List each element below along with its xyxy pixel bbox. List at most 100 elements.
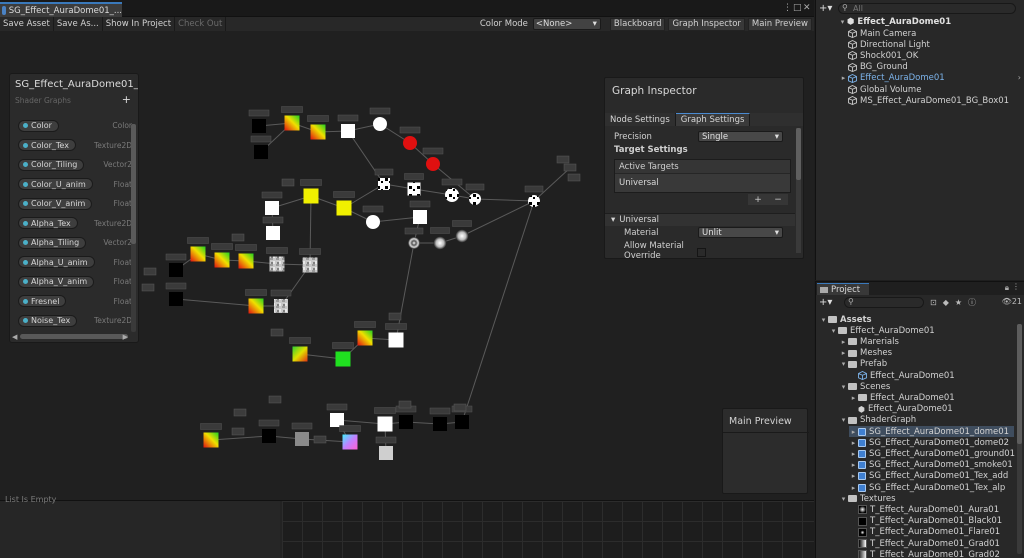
graph-node[interactable] [250,135,272,159]
expand-arrow-icon[interactable]: ▸ [839,349,848,357]
project-item[interactable]: T_Effect_AuraDome01_Grad02 [849,549,1000,558]
property-pill[interactable]: Noise_Tex [18,314,78,327]
project-item[interactable]: T_Effect_AuraDome01_Aura01 [849,504,999,515]
property-pill[interactable]: Color_U_anim [18,178,93,190]
graph-node[interactable] [281,106,303,131]
graph-node[interactable] [409,200,431,224]
add-target-button[interactable]: + [754,195,762,205]
favorite-icon[interactable]: ★ [955,298,962,307]
blackboard-property[interactable]: Color_Tex Texture2D [18,139,132,152]
blackboard-property[interactable]: Alpha_V_anim Float [18,275,132,288]
expand-arrow-icon[interactable]: ▾ [839,416,848,424]
expand-arrow-icon[interactable]: ▸ [839,74,848,82]
project-item[interactable]: Effect_AuraDome01 [849,370,955,381]
graph-node[interactable] [266,247,288,272]
project-item[interactable]: T_Effect_AuraDome01_Flare01 [849,527,1000,538]
graph-node[interactable] [385,323,407,348]
save-as-button[interactable]: Save As... [54,17,103,31]
project-item[interactable]: ▸ SG_Effect_AuraDome01_Tex_alp [849,482,1006,493]
graph-node-stub[interactable] [231,233,245,242]
project-item[interactable]: T_Effect_AuraDome01_Black01 [849,516,1002,527]
project-item[interactable]: ▸ SG_Effect_AuraDome01_Tex_add [849,471,1009,482]
graph-node[interactable] [258,419,280,443]
property-pill[interactable]: Alpha_U_anim [18,256,95,268]
more-options-icon[interactable]: ⋮ [783,3,792,13]
graph-node[interactable] [187,237,209,262]
precision-dropdown[interactable]: Single ▾ [698,131,783,142]
hidden-count[interactable]: 👁︎21 [1002,297,1022,306]
more-options-icon[interactable]: ⋮ [1012,282,1020,291]
info-icon[interactable]: ⓘ [968,297,976,308]
hierarchy-add-button[interactable]: +▾ [816,3,838,14]
close-icon[interactable]: ✕ [803,3,811,13]
graph-node-stub[interactable] [231,427,245,436]
project-item[interactable]: ▸ Meshes [839,348,892,359]
expand-arrow-icon[interactable]: ▸ [849,428,858,436]
graph-node[interactable] [465,183,485,205]
expand-arrow-icon[interactable]: ▸ [849,472,858,480]
graph-node[interactable] [375,436,397,460]
hierarchy-item[interactable]: Main Camera [848,28,916,39]
graph-node[interactable] [300,179,322,204]
graph-node-stub[interactable] [388,312,402,321]
property-pill[interactable]: Alpha_V_anim [18,275,95,288]
graph-node[interactable] [337,114,359,138]
main-preview-toggle[interactable]: Main Preview [747,17,812,31]
hierarchy-search-input[interactable]: ⚲ All [838,3,1016,14]
graph-node-stub[interactable] [281,178,295,187]
expand-arrow-icon[interactable]: ▸ [849,450,858,458]
graph-node-stub[interactable] [563,163,577,172]
expand-arrow-icon[interactable]: ▾ [829,327,838,335]
expand-arrow-icon[interactable]: ▾ [838,18,847,26]
graph-node[interactable] [270,289,292,313]
graph-node[interactable] [245,289,267,314]
show-in-project-button[interactable]: Show In Project [103,17,176,31]
graph-node[interactable] [262,216,284,240]
project-scrollbar[interactable] [1017,324,1022,444]
graph-node[interactable] [289,337,311,362]
graph-node-stub[interactable] [398,400,412,409]
project-item[interactable]: ▾ ShaderGraph [839,415,916,426]
material-dropdown[interactable]: Unlit ▾ [698,227,783,238]
project-search-input[interactable]: ⚲ [844,297,924,308]
blackboard-toggle[interactable]: Blackboard [609,17,666,31]
hierarchy-item[interactable]: BG_Ground [848,62,908,73]
scene-root[interactable]: ▾ ⬢ Effect_AuraDome01 [838,16,951,27]
project-item[interactable]: ▾ Prefab [839,359,887,370]
scroll-left-icon[interactable]: ◀ [12,333,17,341]
graph-node[interactable] [326,403,348,427]
graph-node-stub[interactable] [313,435,327,444]
color-mode-dropdown[interactable]: <None> ▾ [532,18,601,30]
graph-node-stub[interactable] [233,408,247,417]
graph-node[interactable] [452,220,472,243]
graph-node[interactable] [430,227,450,250]
graph-node[interactable] [395,405,417,429]
property-pill[interactable]: Color_V_anim [18,197,93,210]
project-item[interactable]: ▸ SG_Effect_AuraDome01_dome02 [849,437,1009,448]
hierarchy-item[interactable]: MS_Effect_AuraDome01_BG_Box01 [848,95,1009,106]
project-item[interactable]: ▾ Effect_AuraDome01 [829,325,935,336]
expand-arrow-icon[interactable]: ▾ [819,316,828,324]
blackboard-property[interactable]: Noise_Tex Texture2D [18,314,132,327]
graph-node[interactable] [362,205,384,229]
property-pill[interactable]: Color_Tiling [18,158,85,171]
graph-node[interactable] [369,107,391,131]
project-item[interactable]: ⬢ Effect_AuraDome01 [849,404,953,415]
hierarchy-item[interactable]: Directional Light [848,39,930,50]
check-out-button[interactable]: Check Out [175,17,227,31]
graph-node[interactable] [299,248,321,273]
project-item[interactable]: ▸ SG_Effect_AuraDome01_dome01 [849,426,1014,437]
maximize-icon[interactable]: □ [793,3,802,13]
graph-node[interactable] [374,407,396,432]
graph-node-stub[interactable] [556,155,570,164]
blackboard-scrollbar[interactable] [131,124,136,244]
property-pill[interactable]: Alpha_Tiling [18,236,87,249]
graph-node-stub[interactable] [567,173,581,182]
graph-node[interactable] [165,253,187,277]
universal-section-header[interactable]: ▾ Universal [605,213,795,226]
property-pill[interactable]: Color [18,119,59,132]
property-pill[interactable]: Fresnel [18,295,67,307]
graph-node[interactable] [422,147,444,171]
hierarchy-item[interactable]: Shock001_OK [848,50,918,61]
blackboard-property[interactable]: Color_V_anim Float [18,197,132,210]
